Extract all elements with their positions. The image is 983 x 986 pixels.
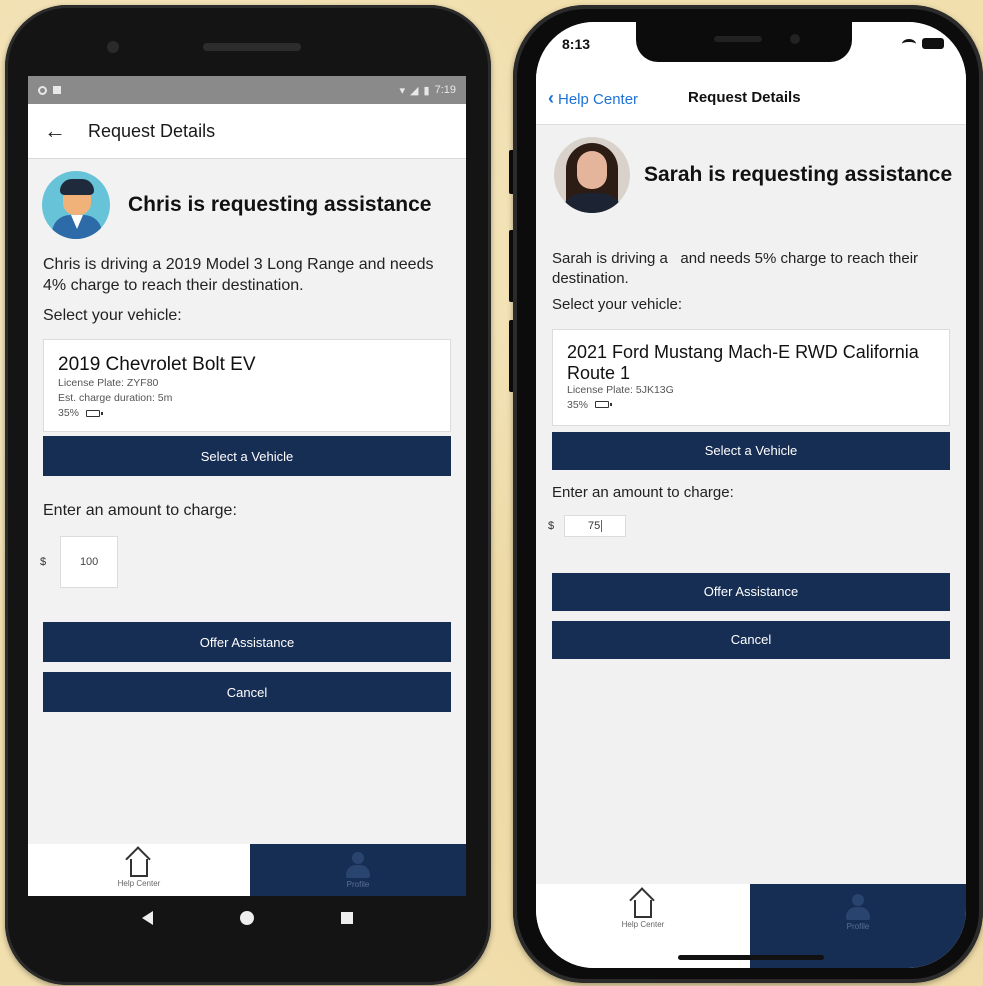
text-cursor	[601, 519, 603, 532]
home-icon	[634, 900, 652, 918]
tab-label-profile: Profile	[346, 879, 370, 889]
status-time: 7:19	[434, 84, 456, 96]
vehicle-name: 2021 Ford Mustang Mach-E RWD California …	[567, 342, 919, 383]
android-screen: ▾ ◢ ▮ 7:19 ← Request Details Chris is re…	[28, 76, 466, 896]
select-vehicle-button[interactable]: Select a Vehicle	[43, 436, 451, 477]
signal-icon: ◢	[410, 84, 419, 97]
home-circle-icon[interactable]	[239, 911, 254, 925]
app-bar: ← Request Details	[28, 104, 466, 159]
back-triangle-icon[interactable]	[141, 911, 153, 925]
request-description: Sarah is driving a and needs 5% charge t…	[552, 250, 923, 287]
page-title: Request Details	[88, 120, 216, 141]
tab-label-help-center: Help Center	[621, 920, 665, 929]
vehicle-name: 2019 Chevrolet Bolt EV	[58, 353, 256, 375]
sync-icon	[38, 85, 47, 95]
requester-header: Chris is requesting assistance	[28, 159, 466, 239]
camera-icon	[107, 41, 119, 53]
home-icon	[130, 858, 148, 877]
tab-label-profile: Profile	[846, 922, 870, 931]
license-plate: License Plate: 5JK13G	[567, 384, 674, 397]
battery-level: 35%	[58, 406, 436, 421]
battery-icon	[594, 401, 612, 409]
amount-input[interactable]: 75	[564, 514, 627, 537]
vehicle-card[interactable]: 2021 Ford Mustang Mach-E RWD California …	[552, 329, 950, 426]
battery-percent: 35%	[58, 407, 80, 420]
amount-label: Enter an amount to charge:	[43, 502, 237, 520]
requester-header: Sarah is requesting assistance	[536, 125, 966, 213]
home-indicator[interactable]	[678, 955, 824, 960]
back-label: Help Center	[558, 91, 639, 108]
amount-value: 75	[588, 519, 601, 532]
back-button[interactable]: ‹ Help Center	[548, 88, 638, 109]
navigation-bar: ‹ Help Center Request Details	[536, 72, 966, 125]
license-plate: License Plate: ZYF80	[58, 376, 159, 389]
currency-symbol: $	[548, 519, 555, 532]
offer-assistance-button[interactable]: Offer Assistance	[43, 622, 451, 663]
android-status-bar: ▾ ◢ ▮ 7:19	[28, 76, 466, 104]
tab-profile[interactable]: Profile	[250, 844, 466, 896]
recents-square-icon[interactable]	[340, 912, 353, 924]
vehicle-card[interactable]: 2019 Chevrolet Bolt EV License Plate: ZY…	[43, 338, 451, 433]
currency-symbol: $	[40, 556, 47, 569]
tab-help-center[interactable]: Help Center	[28, 844, 250, 896]
tab-label-help-center: Help Center	[117, 878, 161, 888]
amount-label: Enter an amount to charge:	[552, 483, 734, 501]
requester-headline: Sarah is requesting assistance	[644, 162, 953, 186]
select-vehicle-label: Select your vehicle:	[552, 296, 683, 313]
person-icon	[846, 894, 870, 920]
bottom-tab-bar: Help Center Profile	[28, 844, 466, 896]
charge-duration: Est. charge duration: 5m	[58, 391, 173, 404]
select-vehicle-button[interactable]: Select a Vehicle	[552, 431, 950, 470]
arrow-left-icon[interactable]: ←	[44, 118, 78, 144]
cancel-button[interactable]: Cancel	[552, 620, 950, 659]
battery-icon: ▮	[423, 84, 430, 97]
android-system-nav	[28, 896, 466, 940]
iphone-screen: 8:13 ‹ Help Center Request Details Sarah …	[536, 22, 966, 968]
battery-level: 35%	[567, 399, 935, 411]
cancel-button[interactable]: Cancel	[43, 672, 451, 713]
request-description: Chris is driving a 2019 Model 3 Long Ran…	[43, 256, 434, 294]
battery-percent: 35%	[567, 398, 589, 411]
avatar	[554, 137, 630, 213]
amount-input[interactable]: 100	[60, 536, 119, 589]
amount-row: $ 100	[28, 520, 466, 589]
main-content: Sarah is requesting assistance Sarah is …	[536, 125, 966, 659]
speaker-grille	[203, 43, 301, 51]
offer-assistance-button[interactable]: Offer Assistance	[552, 572, 950, 611]
notch	[636, 22, 852, 62]
person-icon	[346, 851, 370, 878]
page-title: Request Details	[688, 89, 801, 106]
requester-headline: Chris is requesting assistance	[128, 193, 432, 217]
amount-row: $ 75	[536, 501, 966, 537]
battery-icon	[922, 38, 944, 49]
sd-card-icon	[53, 86, 61, 94]
chevron-left-icon: ‹	[548, 88, 554, 108]
select-vehicle-label: Select your vehicle:	[43, 306, 182, 324]
battery-icon	[85, 409, 103, 417]
status-time: 8:13	[562, 36, 591, 52]
wifi-icon	[902, 38, 916, 49]
wifi-icon: ▾	[399, 84, 406, 97]
avatar	[42, 171, 110, 239]
